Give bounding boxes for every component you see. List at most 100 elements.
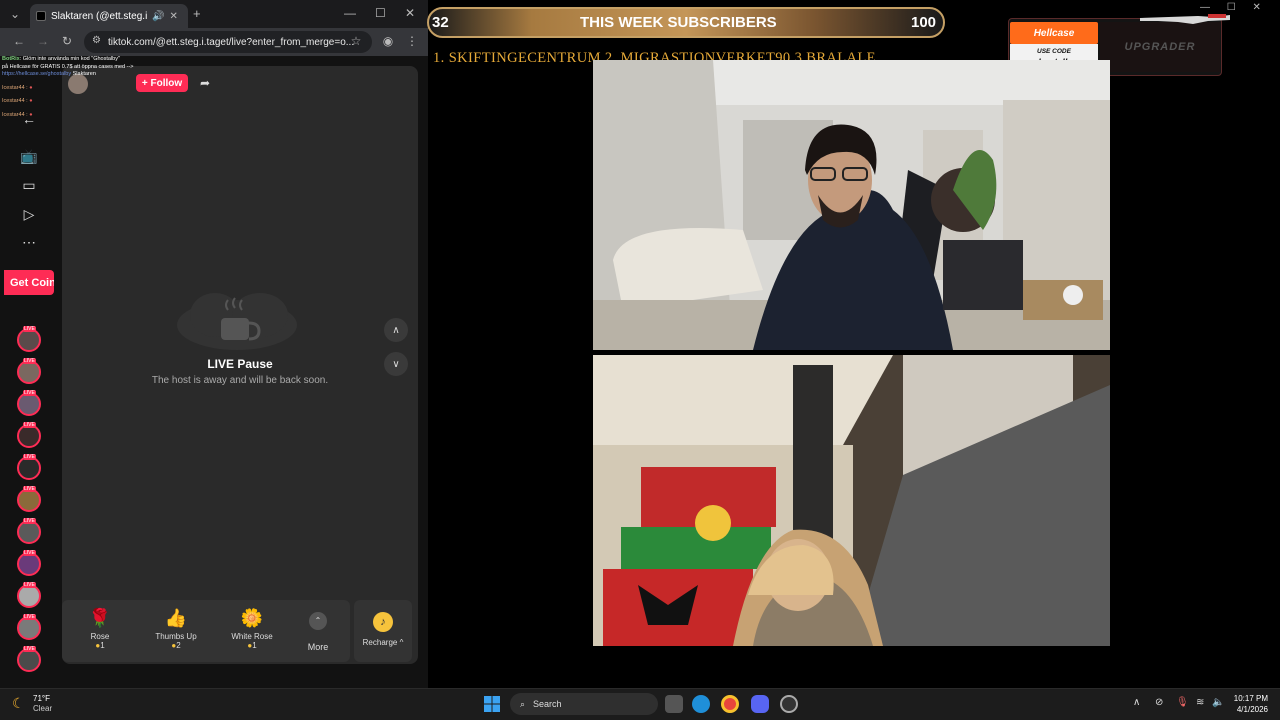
- menu-kebab-icon[interactable]: ⋮: [404, 34, 420, 48]
- chat-user: BotRix: [2, 56, 20, 62]
- live-avatar[interactable]: [17, 582, 41, 608]
- share-icon[interactable]: ➦: [200, 76, 216, 92]
- chrome-icon[interactable]: [721, 695, 739, 713]
- more-label: More: [307, 642, 329, 652]
- emote-icon: ●: [29, 98, 33, 104]
- microphone-icon[interactable]: 🎙: [1176, 697, 1189, 708]
- gift-thumbs-up[interactable]: 👍 Thumbs Up ●2: [146, 608, 206, 650]
- clock-date[interactable]: 4/1/2026: [1228, 705, 1268, 714]
- profile-icon[interactable]: ◉: [380, 34, 396, 48]
- window-controls: — ☐ ✕: [1200, 2, 1261, 13]
- use-code-label: USE CODE: [1037, 48, 1071, 55]
- explore-icon[interactable]: ▷: [19, 206, 39, 226]
- chat-message: på Hellcase för GRATIS 0.7$ att öppna ca…: [2, 63, 134, 70]
- network-off-icon[interactable]: ⊘: [1155, 697, 1163, 708]
- emote-icon: ●: [29, 84, 33, 91]
- minimize-button[interactable]: —: [1200, 2, 1210, 13]
- tab-title: Slaktaren (@ett.steg.i.taget): [51, 10, 147, 22]
- gift-name: Rose: [90, 632, 110, 641]
- tab-search-icon[interactable]: ⌄: [10, 7, 20, 21]
- tiktok-coin-icon: ♪: [373, 612, 393, 632]
- moon-weather-icon[interactable]: ☾: [12, 695, 25, 712]
- taskbar-search[interactable]: ⌕ Search: [510, 693, 658, 715]
- site-info-icon[interactable]: ⚙: [92, 35, 101, 46]
- webcam-top: [593, 60, 1110, 350]
- search-icon: ⌕: [520, 698, 526, 709]
- rifle-skin-icon: [1140, 14, 1230, 24]
- subscriber-goal-title: THIS WEEK SUBSCRIBERS: [580, 14, 777, 31]
- clock-time[interactable]: 10:17 PM: [1228, 694, 1268, 703]
- gift-white-rose[interactable]: 🌼 White Rose ●1: [222, 608, 282, 650]
- windows-start-icon[interactable]: [484, 696, 500, 712]
- weather-condition[interactable]: Clear: [33, 704, 52, 713]
- live-avatar[interactable]: [17, 422, 41, 448]
- live-avatar[interactable]: [17, 486, 41, 512]
- minimize-button[interactable]: —: [344, 6, 356, 20]
- tab-strip: ⌄ Slaktaren (@ett.steg.i.taget) 🔊 ✕ + — …: [0, 0, 428, 28]
- more-gifts-button[interactable]: ⌃ More: [300, 612, 336, 652]
- new-tab-button[interactable]: +: [193, 6, 201, 21]
- chat-link[interactable]: https://hellcase.se/ghostalby: [2, 71, 71, 77]
- webcam-bottom: [593, 355, 1110, 646]
- close-button[interactable]: ✕: [1253, 2, 1261, 13]
- gift-price: 1: [252, 641, 257, 650]
- chat-user: Icestar44 :: [2, 111, 28, 118]
- chat-message: : Glöm inte använda min kod "Ghostalby": [19, 56, 120, 62]
- next-live-button[interactable]: ∨: [384, 352, 408, 376]
- maximize-button[interactable]: ☐: [375, 6, 386, 20]
- gift-rose[interactable]: 🌹 Rose ●1: [70, 608, 130, 650]
- bookmark-star-icon[interactable]: ☆: [348, 34, 364, 48]
- white-rose-icon: 🌼: [240, 608, 264, 628]
- weather-temp[interactable]: 71°F: [33, 694, 50, 703]
- live-avatar[interactable]: [17, 646, 41, 672]
- edge-icon[interactable]: [692, 695, 710, 713]
- obs-icon[interactable]: [780, 695, 798, 713]
- live-avatar[interactable]: [17, 326, 41, 352]
- chevron-up-icon: ⌃: [309, 612, 327, 630]
- address-bar[interactable]: ⚙ tiktok.com/@ett.steg.i.taget/live?ente…: [84, 31, 372, 53]
- gift-price: 2: [176, 641, 181, 650]
- get-coins-button[interactable]: Get Coins: [4, 270, 54, 295]
- chat-overlay: BotRix: Glöm inte använda min kod "Ghost…: [2, 56, 162, 120]
- tray-chevron-icon[interactable]: ∧: [1133, 697, 1140, 708]
- subscriber-goal-target: 100: [911, 14, 937, 31]
- previous-live-button[interactable]: ∧: [384, 318, 408, 342]
- tab-close-icon[interactable]: ✕: [169, 11, 177, 22]
- discord-icon[interactable]: [751, 695, 769, 713]
- live-tv-icon[interactable]: 📺: [19, 148, 39, 168]
- back-icon[interactable]: ←: [11, 34, 27, 48]
- tab-active[interactable]: Slaktaren (@ett.steg.i.taget) 🔊 ✕: [30, 4, 188, 28]
- task-view-icon[interactable]: [665, 695, 683, 713]
- rose-icon: 🌹: [88, 608, 112, 628]
- close-button[interactable]: ✕: [405, 6, 415, 20]
- upgrader-logo: UPGRADER: [1100, 22, 1220, 72]
- wifi-icon[interactable]: ≋: [1196, 697, 1204, 708]
- video-camera-icon[interactable]: ▭: [19, 177, 39, 197]
- recharge-button[interactable]: ♪ Recharge ^: [354, 600, 412, 662]
- pause-title: LIVE Pause: [207, 357, 273, 371]
- live-avatar[interactable]: [17, 518, 41, 544]
- gift-price: 1: [100, 641, 105, 650]
- volume-icon[interactable]: 🔈: [1212, 697, 1224, 708]
- gift-name: Thumbs Up: [155, 632, 197, 641]
- reload-icon[interactable]: ↻: [59, 34, 75, 48]
- pause-subtitle: The host is away and will be back soon.: [151, 375, 329, 386]
- chat-user: Icestar44 :: [2, 84, 28, 91]
- live-avatar[interactable]: [17, 550, 41, 576]
- gift-name: White Rose: [231, 632, 273, 641]
- chat-name: Slaktaren: [72, 71, 96, 77]
- forward-icon[interactable]: →: [35, 34, 51, 48]
- recharge-label: Recharge ^: [362, 638, 404, 647]
- more-dots-icon[interactable]: ⋯: [19, 234, 39, 254]
- thumbs-up-icon: 👍: [164, 608, 188, 628]
- live-avatar[interactable]: [17, 454, 41, 480]
- speaker-icon[interactable]: 🔊: [152, 11, 164, 22]
- live-avatar[interactable]: [17, 614, 41, 640]
- live-avatar[interactable]: [17, 358, 41, 384]
- tiktok-favicon-icon: [36, 11, 46, 21]
- url-text: tiktok.com/@ett.steg.i.taget/live?enter_…: [108, 36, 355, 48]
- coffee-cup-icon: [177, 293, 297, 350]
- maximize-button[interactable]: ☐: [1227, 2, 1236, 13]
- live-avatar[interactable]: [17, 390, 41, 416]
- emote-icon: ●: [29, 111, 33, 118]
